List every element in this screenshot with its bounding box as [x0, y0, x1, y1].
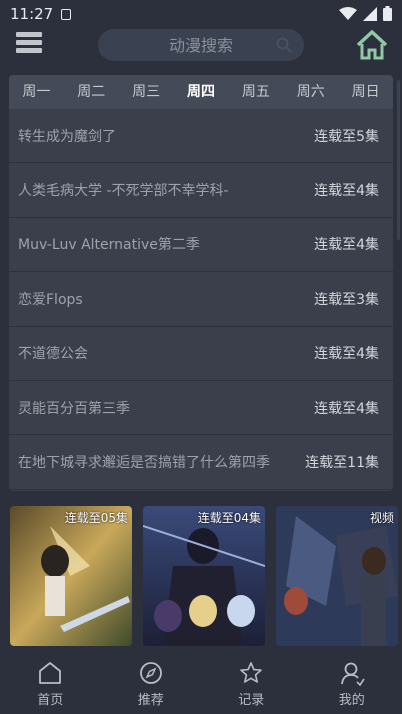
home-icon	[39, 662, 62, 684]
anime-title: 灵能百分百第三季	[18, 400, 130, 417]
poster-image	[276, 506, 398, 646]
poster-card[interactable]: 连载至04集	[143, 506, 265, 646]
battery-icon	[383, 6, 392, 21]
anime-title: Muv-Luv Alternative第二季	[18, 237, 200, 254]
poster-badge: 连载至04集	[197, 511, 261, 525]
bottom-nav: 首页 推荐 记录 我的	[0, 648, 402, 714]
scrollbar[interactable]	[397, 80, 400, 240]
poster-image	[10, 506, 132, 646]
home-icon[interactable]	[356, 30, 388, 60]
episode-status: 连载至4集	[314, 237, 379, 254]
weekday-tabs: 周一 周二 周三 周四 周五 周六 周日	[9, 75, 393, 109]
list-item[interactable]: 不道德公会 连载至4集	[9, 327, 393, 381]
poster-badge: 视频	[369, 511, 394, 525]
episode-status: 连载至11集	[305, 455, 379, 472]
star-icon	[240, 662, 263, 683]
nav-label: 记录	[238, 693, 265, 708]
sim-icon	[61, 8, 72, 20]
poster-card[interactable]: 视频	[276, 506, 398, 646]
list-item[interactable]: 恋爱Flops 连载至3集	[9, 272, 393, 327]
anime-title: 恋爱Flops	[18, 291, 83, 308]
search-box[interactable]	[98, 29, 304, 61]
compass-icon	[139, 662, 162, 684]
episode-status: 连载至4集	[314, 346, 379, 363]
menu-icon[interactable]	[16, 32, 42, 58]
search-icon[interactable]	[276, 37, 292, 53]
episode-status: 连载至4集	[314, 183, 379, 200]
tab-weekday[interactable]: 周日	[338, 75, 393, 109]
nav-item-history[interactable]: 记录	[201, 648, 302, 714]
list-item[interactable]: 人类毛病大学 -不死学部不幸学科- 连载至4集	[9, 163, 393, 218]
user-icon	[340, 662, 365, 686]
tab-weekday[interactable]: 周三	[119, 75, 174, 109]
nav-label: 推荐	[137, 693, 164, 708]
top-bar	[0, 28, 402, 70]
search-input[interactable]	[126, 35, 276, 55]
list-item[interactable]: 转生成为魔剑了 连载至5集	[9, 109, 393, 164]
poster-card[interactable]: 连载至05集	[10, 506, 132, 646]
tab-weekday[interactable]: 周五	[228, 75, 283, 109]
tab-weekday[interactable]: 周一	[9, 75, 64, 109]
poster-badge: 连载至05集	[64, 511, 128, 525]
nav-item-home[interactable]: 首页	[0, 648, 101, 714]
wifi-icon	[339, 6, 357, 20]
anime-title: 在地下城寻求邂逅是否搞错了什么第四季	[18, 455, 270, 472]
poster-image	[143, 506, 265, 646]
nav-label: 首页	[37, 693, 64, 708]
nav-item-profile[interactable]: 我的	[302, 648, 402, 714]
status-bar: 11:27	[0, 0, 402, 28]
list-item[interactable]: 灵能百分百第三季 连载至4集	[9, 381, 393, 436]
list-item[interactable]: 在地下城寻求邂逅是否搞错了什么第四季 连载至11集	[9, 435, 393, 490]
status-time: 11:27	[10, 5, 54, 23]
signal-icon	[363, 6, 377, 21]
poster-row: 连载至05集 连载至04集 视频	[10, 506, 402, 646]
anime-title: 转生成为魔剑了	[18, 128, 116, 145]
tab-weekday[interactable]: 周四	[174, 75, 229, 109]
anime-title: 人类毛病大学 -不死学部不幸学科-	[18, 183, 229, 200]
anime-title: 不道德公会	[18, 346, 88, 363]
episode-status: 连载至3集	[314, 291, 379, 308]
schedule-card: 周一 周二 周三 周四 周五 周六 周日 转生成为魔剑了 连载至5集人类毛病大学 -不死学部不…	[9, 75, 393, 491]
tab-weekday[interactable]: 周二	[64, 75, 119, 109]
nav-item-recommend[interactable]: 推荐	[101, 648, 202, 714]
nav-label: 我的	[338, 693, 365, 708]
tab-weekday[interactable]: 周六	[283, 75, 338, 109]
schedule-list: 转生成为魔剑了 连载至5集 人类毛病大学 -不死学部不幸学科- 连载至4集 Muv-Lu…	[9, 109, 393, 490]
list-item[interactable]: Muv-Luv Alternative第二季 连载至4集	[9, 218, 393, 273]
episode-status: 连载至5集	[314, 128, 379, 145]
status-icons	[339, 6, 392, 21]
episode-status: 连载至4集	[314, 400, 379, 417]
